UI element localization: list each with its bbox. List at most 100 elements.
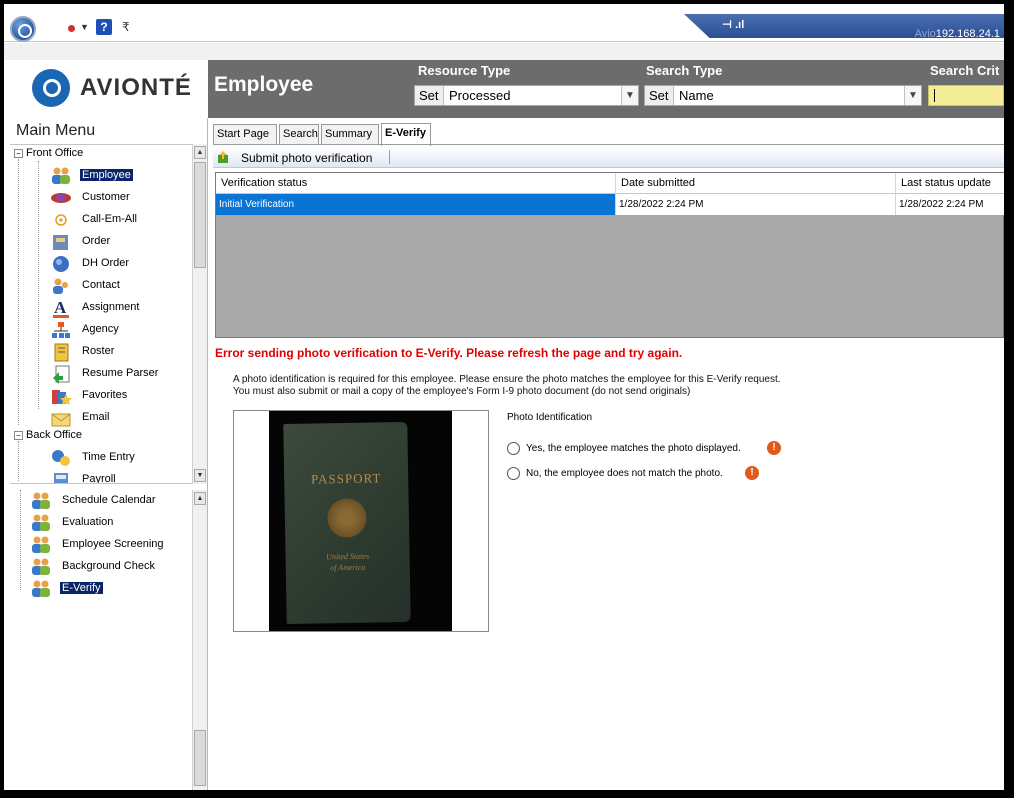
- tab-start-page[interactable]: Start Page: [213, 124, 277, 144]
- submit-photo-verification-button[interactable]: Submit photo verification: [241, 151, 372, 165]
- assignment-icon: A: [53, 298, 69, 318]
- toolbar-separator: [389, 150, 390, 164]
- submenu-scrollbar[interactable]: ▲: [192, 490, 207, 790]
- submit-photo-icon: [218, 151, 228, 163]
- sidebar-item-time-entry[interactable]: Time Entry: [50, 447, 194, 469]
- main-menu-scrollbar[interactable]: ▲ ▼: [192, 144, 207, 484]
- people-icon: [52, 167, 70, 184]
- scroll-down-icon[interactable]: ▼: [194, 469, 206, 482]
- contact-icon: [53, 278, 68, 294]
- dropdown-arrow-icon[interactable]: ▼: [80, 22, 89, 32]
- tab-summary[interactable]: Summary: [321, 124, 379, 144]
- app-menu-button[interactable]: [10, 16, 36, 42]
- warning-icon: !: [767, 441, 781, 455]
- passport-title: PASSPORT: [310, 470, 382, 487]
- error-message: Error sending photo verification to E-Ve…: [215, 346, 683, 360]
- scroll-up-icon[interactable]: ▲: [194, 146, 206, 159]
- option-no-row[interactable]: No, the employee does not match the phot…: [507, 466, 787, 482]
- search-criteria-label: Search Crit: [930, 63, 1000, 78]
- sidebar-item-agency[interactable]: Agency: [50, 319, 194, 341]
- sidebar-item-assignment[interactable]: A Assignment: [50, 297, 194, 319]
- sidebar-item-email[interactable]: Email: [50, 407, 194, 429]
- sidebar-item-order[interactable]: Order: [50, 231, 194, 253]
- table-row[interactable]: Initial Verification 1/28/2022 2:24 PM 1…: [216, 194, 1004, 215]
- no-radio-label[interactable]: No, the employee does not match the phot…: [526, 468, 723, 479]
- people-icon: [32, 580, 50, 597]
- resource-type-set-button[interactable]: Set: [415, 86, 444, 105]
- cell-last-status-update[interactable]: 1/28/2022 2:24 PM: [896, 194, 1004, 215]
- scroll-thumb[interactable]: [194, 162, 206, 268]
- people-icon: [32, 514, 50, 531]
- search-type-label: Search Type: [646, 63, 723, 78]
- pin-signal-icon[interactable]: ⊣ .ıl: [722, 18, 744, 31]
- main-menu-title: Main Menu: [16, 122, 96, 139]
- sidebar-item-customer[interactable]: Customer: [50, 187, 194, 209]
- resource-type-label: Resource Type: [418, 63, 511, 78]
- search-type-select[interactable]: Set Name ▼: [644, 85, 922, 106]
- column-header-date-submitted[interactable]: Date submitted: [616, 173, 896, 194]
- collapse-icon[interactable]: −: [14, 430, 23, 440]
- tab-divider: [213, 144, 1004, 145]
- sidebar-item-dh-order[interactable]: DH Order: [50, 253, 194, 275]
- payroll-icon: [54, 473, 68, 483]
- chevron-down-icon[interactable]: ▼: [621, 86, 638, 105]
- sidebar-item-schedule-calendar[interactable]: Schedule Calendar: [30, 490, 180, 512]
- brand-name: AVIONTÉ: [80, 74, 192, 101]
- dh-order-icon: [53, 256, 69, 272]
- roster-icon: [54, 343, 69, 362]
- photo-instructions: A photo identification is required for t…: [233, 374, 781, 398]
- option-yes-row[interactable]: Yes, the employee matches the photo disp…: [507, 441, 787, 457]
- sidebar-item-e-verify[interactable]: E-Verify: [30, 578, 180, 600]
- sidebar-item-payroll[interactable]: Payroll: [50, 469, 194, 483]
- help-icon[interactable]: ?: [96, 19, 112, 35]
- tab-search[interactable]: Search: [279, 124, 319, 144]
- resource-type-select[interactable]: Set Processed ▼: [414, 85, 639, 106]
- main-menu-tree: − Front Office Employee Customer Call-Em-…: [10, 144, 194, 484]
- column-header-verification-status[interactable]: Verification status: [216, 173, 616, 194]
- grid-header: Verification status Date submitted Last …: [216, 173, 1004, 194]
- back-office-node[interactable]: − Back Office: [14, 429, 82, 445]
- photo-frame: PASSPORT United States of America: [233, 410, 489, 632]
- scroll-thumb[interactable]: [194, 730, 206, 786]
- cell-date-submitted[interactable]: 1/28/2022 2:24 PM: [616, 194, 896, 215]
- passport-cover: PASSPORT United States of America: [283, 421, 411, 625]
- instructions-line-2: You must also submit or mail a copy of t…: [233, 386, 691, 397]
- people-icon: [32, 536, 50, 553]
- chevron-down-icon[interactable]: ▼: [904, 86, 921, 105]
- record-icon[interactable]: [68, 25, 75, 32]
- order-icon: [53, 235, 68, 250]
- sidebar-item-resume-parser[interactable]: Resume Parser: [50, 363, 194, 385]
- yes-radio[interactable]: [507, 442, 520, 455]
- cell-verification-status[interactable]: Initial Verification: [216, 194, 616, 215]
- main-menu-sidebar: Main Menu − Front Office Employee Custome…: [10, 118, 208, 790]
- no-radio[interactable]: [507, 467, 520, 480]
- search-criteria-input[interactable]: [928, 85, 1004, 106]
- svg-text:A: A: [54, 298, 67, 317]
- customize-quick-access-icon[interactable]: ₹: [122, 20, 130, 34]
- column-header-last-status-update[interactable]: Last status update: [896, 173, 1004, 194]
- collapse-icon[interactable]: −: [14, 148, 23, 158]
- instructions-line-1: A photo identification is required for t…: [233, 374, 781, 385]
- resource-type-value: Processed: [449, 88, 511, 103]
- front-office-node[interactable]: − Front Office: [14, 147, 83, 163]
- tab-e-verify[interactable]: E-Verify: [381, 123, 431, 146]
- sidebar-item-contact[interactable]: Contact: [50, 275, 194, 297]
- warning-icon: !: [745, 466, 759, 480]
- agency-icon: [52, 322, 70, 338]
- e-verify-toolbar: Submit photo verification: [213, 147, 1004, 168]
- sidebar-item-favorites[interactable]: Favorites: [50, 385, 194, 407]
- scroll-up-icon[interactable]: ▲: [194, 492, 206, 505]
- sidebar-item-evaluation[interactable]: Evaluation: [30, 512, 180, 534]
- sidebar-item-employee-screening[interactable]: Employee Screening: [30, 534, 180, 556]
- verification-grid: Verification status Date submitted Last …: [215, 172, 1004, 338]
- time-entry-icon: [52, 450, 70, 466]
- sidebar-item-roster[interactable]: Roster: [50, 341, 194, 363]
- main-content: Start Page Search Summary E-Verify Submi…: [209, 118, 1004, 790]
- sidebar-item-call-em-all[interactable]: Call-Em-All: [50, 209, 194, 231]
- phone-icon: [55, 214, 67, 226]
- yes-radio-label[interactable]: Yes, the employee matches the photo disp…: [526, 443, 741, 454]
- sidebar-item-background-check[interactable]: Background Check: [30, 556, 180, 578]
- search-type-value: Name: [679, 88, 714, 103]
- sidebar-item-employee[interactable]: Employee: [50, 165, 194, 187]
- search-type-set-button[interactable]: Set: [645, 86, 674, 105]
